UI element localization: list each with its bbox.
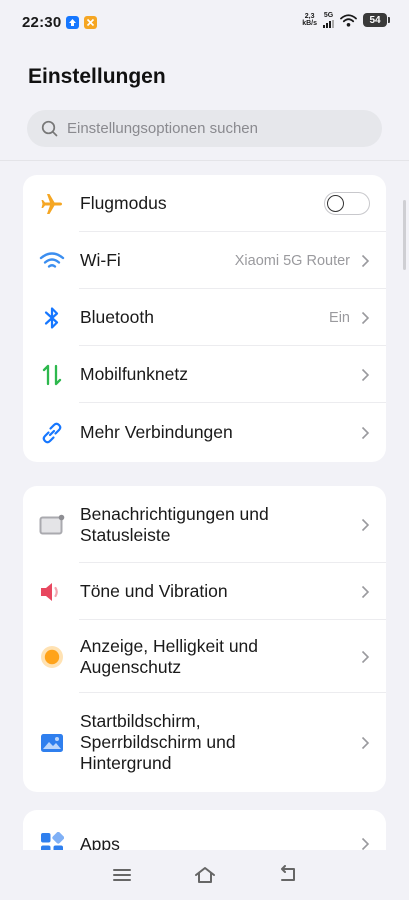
chevron-right-icon [361,736,370,749]
net-speed-value: 2,3 [304,13,315,20]
personalization-card: Benachrichtigungen und Statusleiste Töne… [23,486,386,792]
chevron-right-icon [361,311,370,324]
label-line: Statusleiste [80,524,171,545]
chevron-right-icon [361,585,370,598]
settings-item-label: Töne und Vibration [80,581,228,601]
settings-item-label: Benachrichtigungen und Statusleiste [80,504,360,546]
label-line: Startbildschirm, [80,711,201,731]
chevron-right-icon [361,368,370,381]
settings-item-wifi[interactable]: Wi-Fi Xiaomi 5G Router [23,232,386,289]
search-icon [41,120,58,136]
settings-item-label: Mobilfunknetz [80,364,188,384]
menu-icon[interactable] [111,866,133,884]
home-icon[interactable] [193,865,217,885]
label-line: Anzeige, Helligkeit und [80,635,259,656]
settings-item-label: Anzeige, Helligkeit und Augenschutz [80,636,360,678]
settings-item-label: Mehr Verbindungen [80,422,233,442]
link-icon [39,420,65,446]
upload-notification-icon [66,15,80,29]
flugmodus-toggle[interactable] [324,192,370,215]
chevron-right-icon [361,837,370,851]
settings-item-mobilfunknetz[interactable]: Mobilfunknetz [23,346,386,403]
settings-item-anzeige[interactable]: Anzeige, Helligkeit und Augenschutz [23,620,386,693]
settings-item-label: Flugmodus [80,193,167,213]
search-bar[interactable] [27,110,382,147]
bluetooth-status: Ein [329,309,350,326]
brightness-icon [39,644,65,670]
settings-item-bluetooth[interactable]: Bluetooth Ein [23,289,386,346]
back-icon[interactable] [277,865,299,885]
net-speed-unit: kB/s [302,20,317,27]
settings-item-label: Wi-Fi [80,250,121,270]
label-line: Hintergrund [80,753,172,773]
label-line: Sperrbildschirm und [80,732,236,752]
status-bar: 22:30 2,3 kB/s 5G 54 [0,0,409,44]
battery-icon: 54 [363,13,390,27]
status-time: 22:30 [22,13,62,31]
chevron-right-icon [361,426,370,439]
battery-level: 54 [369,14,381,26]
wifi-status-icon [340,13,357,27]
navigation-bar [0,850,409,900]
app-notification-icon [84,15,98,29]
header-divider [0,160,409,161]
chevron-right-icon [361,650,370,663]
scrollbar[interactable] [403,200,406,270]
bluetooth-icon [39,305,65,331]
speaker-icon [39,579,65,605]
wallpaper-icon [39,730,65,756]
network-type: 5G [323,12,334,19]
status-indicators: 2,3 kB/s 5G 54 [302,12,390,28]
net-speed: 2,3 kB/s [302,13,317,27]
label-line: Benachrichtigungen und [80,503,269,524]
page-title: Einstellungen [28,65,166,88]
cellular-signal-icon: 5G [323,12,334,28]
mobile-data-icon [39,362,65,388]
settings-item-label: Startbildschirm, Sperrbildschirm und Hin… [80,711,360,774]
settings-item-toene-vibration[interactable]: Töne und Vibration [23,563,386,620]
settings-item-startbildschirm[interactable]: Startbildschirm, Sperrbildschirm und Hin… [23,693,386,792]
chevron-right-icon [361,254,370,267]
settings-item-benachrichtigungen[interactable]: Benachrichtigungen und Statusleiste [23,486,386,563]
search-input[interactable] [67,120,357,137]
connectivity-card: Flugmodus Wi-Fi Xiaomi 5G Router Bluetoo… [23,175,386,462]
airplane-icon [39,191,65,217]
wifi-network-name: Xiaomi 5G Router [234,252,350,269]
settings-item-label: Bluetooth [80,307,154,327]
label-line: Augenschutz [80,656,182,677]
settings-item-mehr-verbindungen[interactable]: Mehr Verbindungen [23,403,386,462]
chevron-right-icon [361,518,370,531]
notification-icon [39,512,65,538]
settings-item-flugmodus[interactable]: Flugmodus [23,175,386,232]
wifi-icon [39,248,65,274]
